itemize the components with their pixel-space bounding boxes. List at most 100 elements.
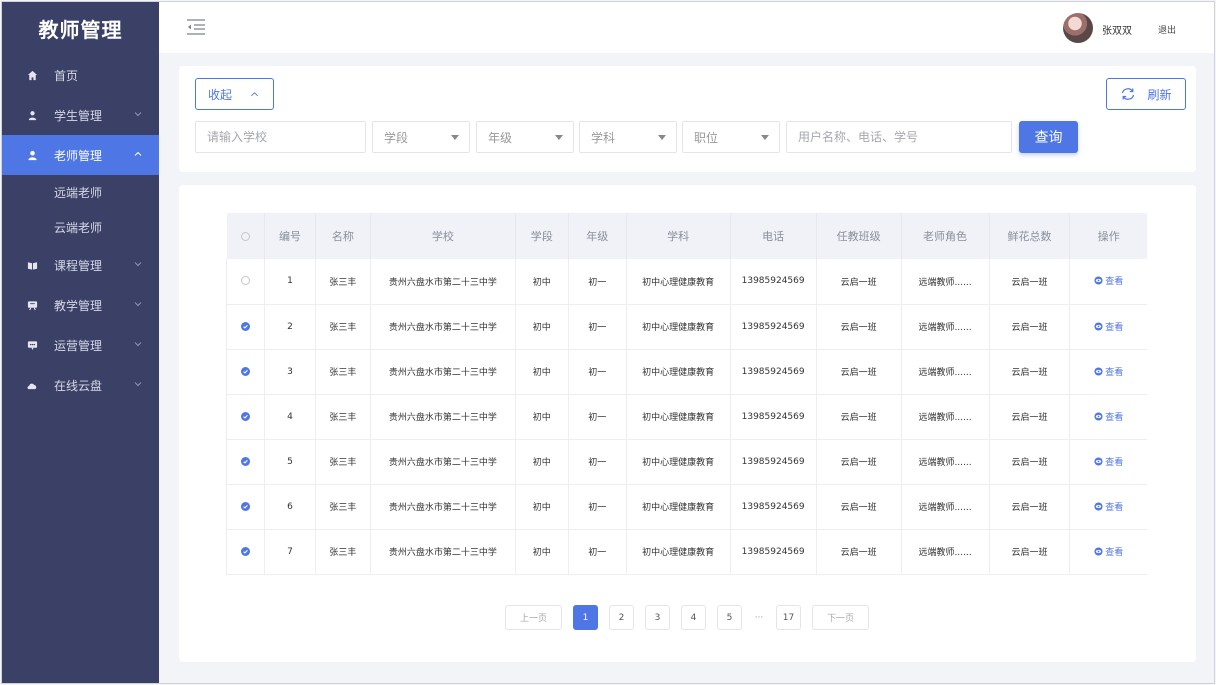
caret-down-icon xyxy=(658,135,666,140)
sidebar-item-operations[interactable]: 运营管理 xyxy=(2,325,159,365)
sidebar-item-teachers[interactable]: 老师管理 xyxy=(2,135,159,175)
eye-icon xyxy=(1094,501,1103,511)
cell-grade: 初一 xyxy=(568,259,627,305)
caret-down-icon xyxy=(555,135,563,140)
row-select-cell[interactable] xyxy=(226,349,265,395)
sidebar-item-label: 教学管理 xyxy=(54,298,103,313)
page-button-2[interactable]: 2 xyxy=(609,605,634,630)
view-link[interactable]: 查看 xyxy=(1094,545,1123,558)
cell-phone: 13985924569 xyxy=(730,349,817,395)
sidebar-subitem-remote-teachers[interactable]: 远端老师 xyxy=(2,175,159,210)
keyword-field[interactable] xyxy=(786,121,1012,153)
cell-subject: 初中心理健康教育 xyxy=(626,529,731,575)
school-input[interactable] xyxy=(207,130,365,144)
cell-name: 张三丰 xyxy=(315,394,371,440)
grade-select[interactable]: 年级 xyxy=(476,121,574,153)
student-icon xyxy=(26,109,38,121)
pagination-ellipsis: ··· xyxy=(753,605,765,630)
column-header: 学科 xyxy=(626,213,731,259)
row-checked-icon[interactable] xyxy=(240,546,250,556)
row-select-cell[interactable] xyxy=(226,304,265,350)
grade-select-value: 年级 xyxy=(488,130,513,145)
position-select[interactable]: 职位 xyxy=(682,121,780,153)
cell-subject: 初中心理健康教育 xyxy=(626,439,731,485)
search-button[interactable]: 查询 xyxy=(1019,121,1078,153)
row-checked-icon[interactable] xyxy=(240,366,250,376)
row-radio[interactable] xyxy=(240,276,250,286)
cell-subject: 初中心理健康教育 xyxy=(626,259,731,305)
page-button-4[interactable]: 4 xyxy=(681,605,706,630)
row-select-cell[interactable] xyxy=(226,259,265,305)
school-field[interactable] xyxy=(195,121,366,153)
view-link-label: 查看 xyxy=(1105,502,1124,513)
cell-action: 查看 xyxy=(1069,304,1147,350)
sidebar-item-home[interactable]: 首页 xyxy=(2,55,159,95)
sidebar-item-cloud-drive[interactable]: 在线云盘 xyxy=(2,365,159,405)
page-button-3[interactable]: 3 xyxy=(645,605,670,630)
sidebar-item-students[interactable]: 学生管理 xyxy=(2,95,159,135)
eye-icon xyxy=(1094,411,1103,421)
cell-action: 查看 xyxy=(1069,259,1147,305)
row-select-cell[interactable] xyxy=(226,484,265,530)
row-checked-icon[interactable] xyxy=(240,411,250,421)
sidebar-item-teaching[interactable]: 教学管理 xyxy=(2,285,159,325)
stage-select[interactable]: 学段 xyxy=(372,121,470,153)
view-link[interactable]: 查看 xyxy=(1094,274,1123,287)
cell-id: 4 xyxy=(264,394,316,440)
cell-role: 远端教师...... xyxy=(901,529,990,575)
cell-stage: 初中 xyxy=(515,484,569,530)
cell-school: 贵州六盘水市第二十三中学 xyxy=(370,394,516,440)
cell-id: 3 xyxy=(264,349,316,395)
cell-subject: 初中心理健康教育 xyxy=(626,304,731,350)
chat-icon xyxy=(26,339,38,351)
cell-flowers: 云启一班 xyxy=(989,529,1071,575)
column-header: 名称 xyxy=(315,213,371,259)
page-button-last[interactable]: 17 xyxy=(776,605,801,630)
avatar[interactable] xyxy=(1063,13,1093,43)
cell-phone: 13985924569 xyxy=(730,394,817,440)
table-row: 7 张三丰 贵州六盘水市第二十三中学 初中 初一 初中心理健康教育 13985924569 云… xyxy=(226,529,1147,575)
refresh-label: 刷新 xyxy=(1147,87,1172,102)
table-panel: 编号 名称 学校 学段 年级 学科 电话 任教班级 老师角色 鲜花总数 操作 1… xyxy=(179,185,1196,662)
next-page-button[interactable]: 下一页 xyxy=(812,605,869,630)
sidebar-item-courses[interactable]: 课程管理 xyxy=(2,245,159,285)
row-select-cell[interactable] xyxy=(226,439,265,485)
row-checked-icon[interactable] xyxy=(240,456,250,466)
eye-icon xyxy=(1094,321,1103,331)
refresh-button[interactable]: 刷新 xyxy=(1106,78,1186,110)
view-link[interactable]: 查看 xyxy=(1094,500,1123,513)
cell-action: 查看 xyxy=(1069,349,1147,395)
prev-page-button[interactable]: 上一页 xyxy=(505,605,562,630)
select-all-radio[interactable] xyxy=(240,232,250,241)
view-link[interactable]: 查看 xyxy=(1094,365,1123,378)
keyword-input[interactable] xyxy=(798,130,1011,144)
sidebar-subitem-cloud-teachers[interactable]: 云端老师 xyxy=(2,210,159,245)
page-button-1[interactable]: 1 xyxy=(573,605,598,630)
row-select-cell[interactable] xyxy=(226,394,265,440)
sidebar: 教师管理 首页 学生管理 老师管理 远端老师 云端老师 课程管理 教学管理 运营… xyxy=(2,2,159,683)
cell-school: 贵州六盘水市第二十三中学 xyxy=(370,349,516,395)
book-icon xyxy=(26,259,38,271)
cell-id: 1 xyxy=(264,259,316,305)
cell-class: 云启一班 xyxy=(816,484,902,530)
cell-phone: 13985924569 xyxy=(730,529,817,575)
view-link[interactable]: 查看 xyxy=(1094,320,1123,333)
chevron-up-icon xyxy=(134,151,142,156)
page-button-5[interactable]: 5 xyxy=(717,605,742,630)
view-link[interactable]: 查看 xyxy=(1094,410,1123,423)
view-link-label: 查看 xyxy=(1105,277,1124,288)
row-checked-icon[interactable] xyxy=(240,501,250,511)
row-select-cell[interactable] xyxy=(226,529,265,575)
logout-link[interactable]: 退出 xyxy=(1158,23,1176,36)
cell-grade: 初一 xyxy=(568,394,627,440)
view-link[interactable]: 查看 xyxy=(1094,455,1123,468)
column-header: 编号 xyxy=(264,213,316,259)
cell-grade: 初一 xyxy=(568,529,627,575)
menu-fold-icon[interactable] xyxy=(186,18,206,36)
cell-subject: 初中心理健康教育 xyxy=(626,349,731,395)
subject-select[interactable]: 学科 xyxy=(579,121,677,153)
select-all-cell[interactable] xyxy=(226,213,265,259)
collapse-button[interactable]: 收起 xyxy=(195,78,274,110)
row-checked-icon[interactable] xyxy=(240,321,250,331)
eye-icon xyxy=(1094,456,1103,466)
